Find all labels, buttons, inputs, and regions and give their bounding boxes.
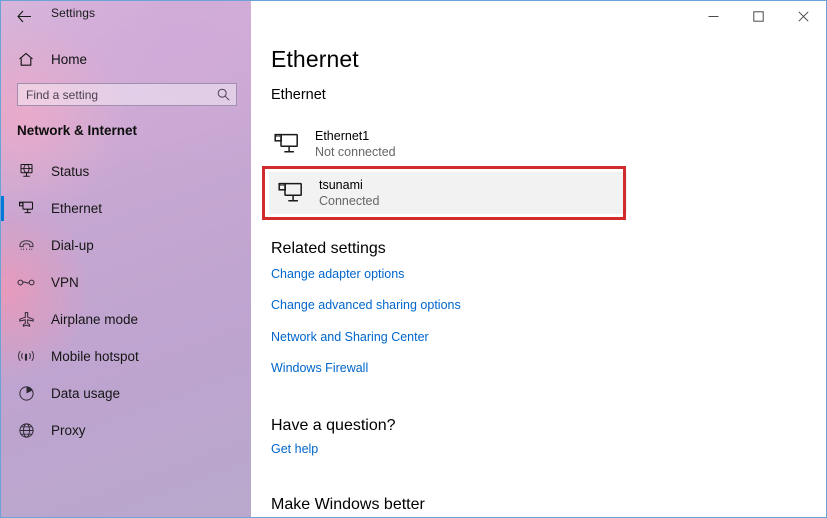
ethernet-section-heading: Ethernet	[271, 87, 326, 103]
sidebar-item-label: Ethernet	[51, 201, 103, 216]
link-network-and-sharing-center[interactable]: Network and Sharing Center	[271, 330, 429, 344]
hotspot-signal-icon	[14, 345, 38, 369]
sidebar-item-data-usage[interactable]: Data usage	[1, 375, 251, 412]
related-settings-heading: Related settings	[271, 240, 386, 257]
link-get-help[interactable]: Get help	[271, 442, 318, 456]
link-change-advanced-sharing-options[interactable]: Change advanced sharing options	[271, 298, 461, 312]
sidebar-item-vpn[interactable]: VPN	[1, 264, 251, 301]
airplane-icon	[14, 308, 38, 332]
minimize-button[interactable]	[691, 1, 736, 31]
selection-indicator	[1, 159, 4, 184]
search-icon[interactable]	[212, 84, 234, 105]
make-windows-better-heading: Make Windows better	[271, 496, 425, 513]
connection-status: Not connected	[315, 145, 396, 159]
sidebar-item-label-home: Home	[51, 51, 88, 67]
vpn-key-icon	[14, 271, 38, 295]
connection-row-ethernet1[interactable]: Ethernet1 Not connected	[265, 123, 631, 165]
ethernet-monitor-icon	[14, 197, 38, 221]
sidebar-item-label: Dial-up	[51, 238, 94, 253]
sidebar-item-ethernet[interactable]: Ethernet	[1, 190, 251, 227]
connection-text: Ethernet1 Not connected	[315, 128, 396, 160]
sidebar-item-label: Data usage	[51, 386, 121, 401]
dialup-phone-icon	[14, 234, 38, 258]
ethernet-adapter-icon	[271, 129, 301, 159]
maximize-button[interactable]	[736, 1, 781, 31]
connection-row-tsunami[interactable]: tsunami Connected	[269, 172, 627, 214]
sidebar-item-label: Proxy	[51, 423, 86, 438]
have-a-question-heading: Have a question?	[271, 417, 396, 434]
content-pane: Ethernet Ethernet Ethernet1 Not connecte…	[251, 1, 826, 517]
pie-chart-icon	[14, 382, 38, 406]
sidebar-item-mobile-hotspot[interactable]: Mobile hotspot	[1, 338, 251, 375]
connection-name: Ethernet1	[315, 129, 370, 143]
sidebar-item-status[interactable]: Status	[1, 153, 251, 190]
search-box[interactable]	[17, 83, 237, 106]
status-globe-monitor-icon	[14, 160, 38, 184]
selection-indicator	[1, 270, 4, 295]
sidebar: Settings Home Network & Internet	[1, 1, 251, 517]
app-title: Settings	[51, 6, 96, 20]
close-button[interactable]	[781, 1, 826, 31]
connection-name: tsunami	[319, 178, 363, 192]
link-change-adapter-options[interactable]: Change adapter options	[271, 267, 404, 281]
sidebar-nav-list: Status Ethernet Dial-up VPN Airplane mod…	[1, 153, 251, 449]
sidebar-item-label: VPN	[51, 275, 79, 290]
back-arrow-icon[interactable]	[9, 3, 39, 29]
selection-indicator	[1, 418, 4, 443]
ethernet-adapter-icon	[275, 178, 305, 208]
globe-icon	[14, 419, 38, 443]
page-title: Ethernet	[271, 46, 359, 72]
selection-indicator	[1, 196, 4, 221]
sidebar-item-label: Mobile hotspot	[51, 349, 139, 364]
sidebar-item-airplane-mode[interactable]: Airplane mode	[1, 301, 251, 338]
selection-indicator	[1, 344, 4, 369]
connection-status: Connected	[319, 194, 380, 208]
sidebar-item-label: Status	[51, 164, 90, 179]
titlebar-left: Settings	[1, 1, 251, 31]
selection-indicator	[1, 233, 4, 258]
selection-indicator	[1, 381, 4, 406]
home-icon	[15, 48, 37, 70]
sidebar-item-label: Airplane mode	[51, 312, 139, 327]
link-windows-firewall[interactable]: Windows Firewall	[271, 361, 368, 375]
window-controls	[691, 1, 826, 31]
sidebar-item-home[interactable]: Home	[1, 45, 251, 73]
connection-text: tsunami Connected	[319, 177, 379, 209]
sidebar-section-title: Network & Internet	[17, 123, 138, 138]
selection-indicator	[1, 307, 4, 332]
sidebar-item-dial-up[interactable]: Dial-up	[1, 227, 251, 264]
search-input[interactable]	[18, 87, 212, 102]
sidebar-item-proxy[interactable]: Proxy	[1, 412, 251, 449]
settings-window: Settings Home Network & Internet	[0, 0, 827, 518]
